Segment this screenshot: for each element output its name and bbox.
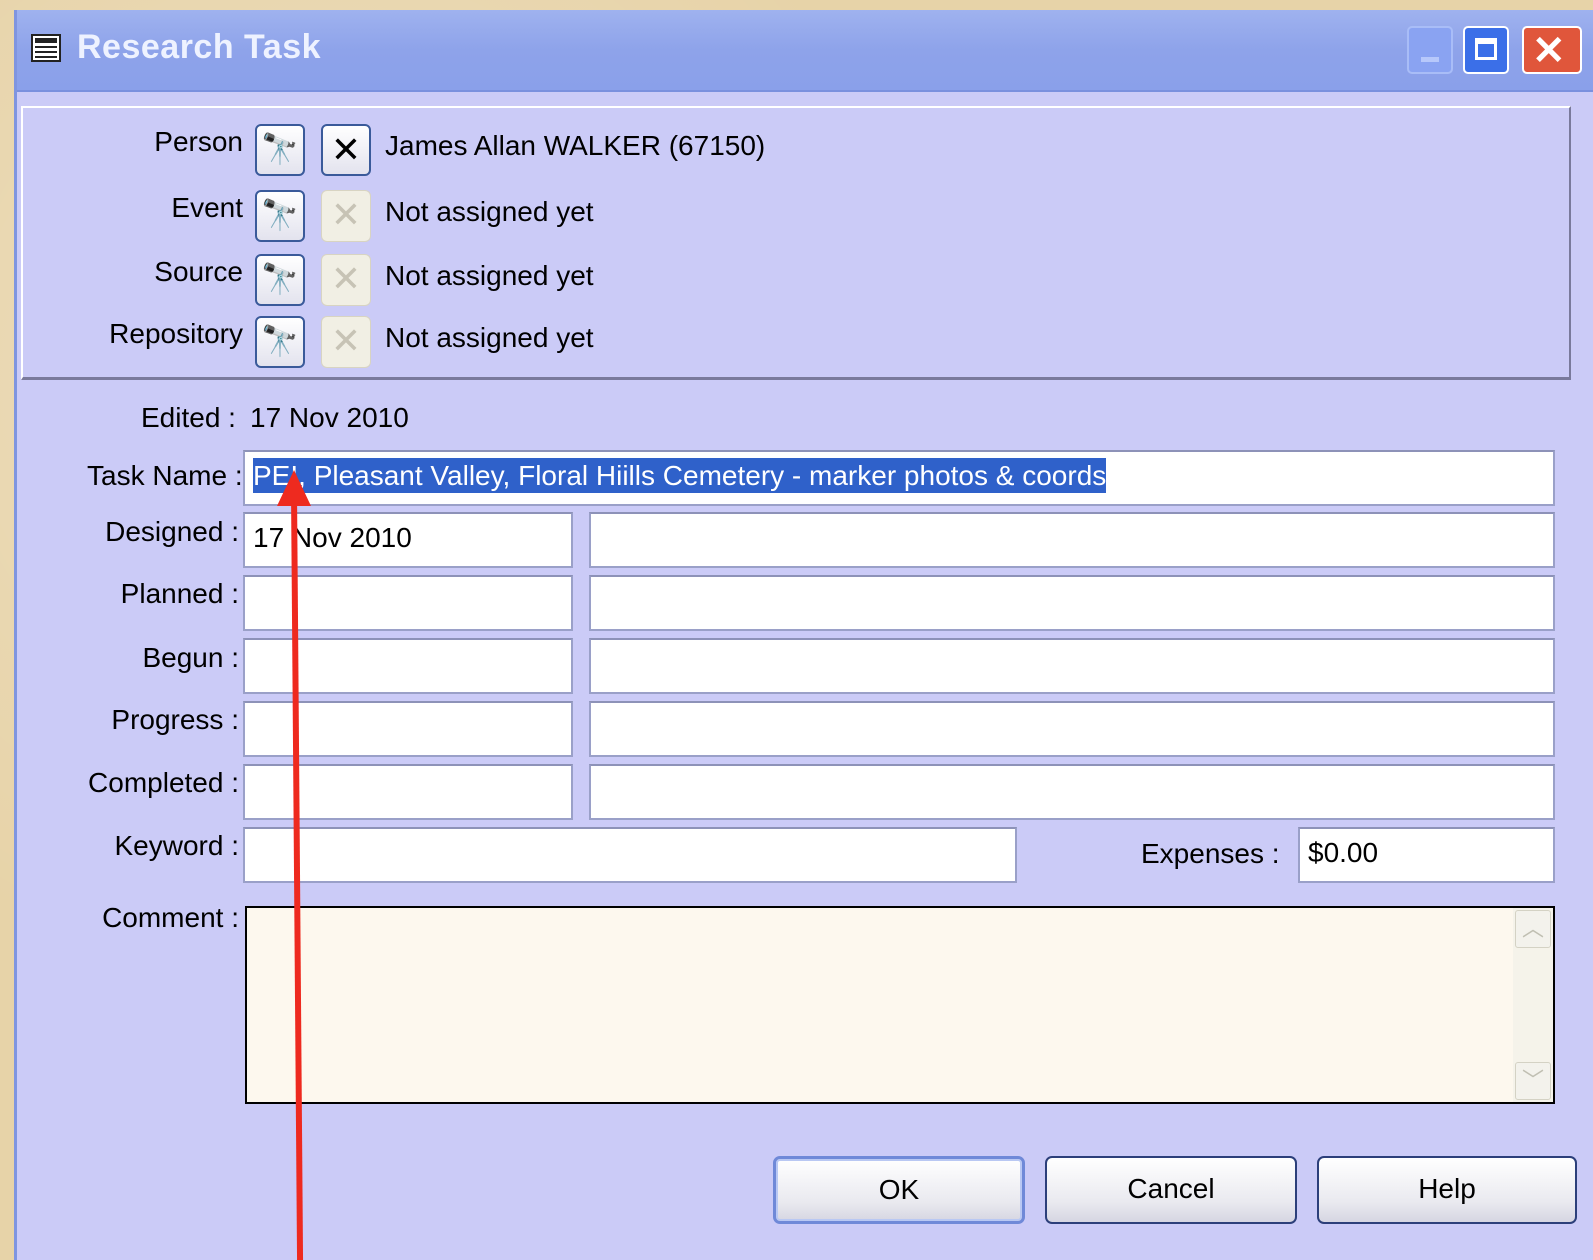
- clear-person-button[interactable]: ✕: [321, 124, 371, 176]
- clear-x-icon: ✕: [330, 258, 362, 299]
- task-name-selected-text: PEI, Pleasant Valley, Floral Hiills Ceme…: [253, 458, 1107, 493]
- clear-repository-button: ✕: [321, 316, 371, 368]
- repository-row: Repository 🔭 ✕ Not assigned yet: [23, 308, 1563, 368]
- ok-button[interactable]: OK: [773, 1156, 1025, 1224]
- expenses-label: Expenses :: [1141, 838, 1280, 869]
- comment-label: Comment :: [102, 902, 239, 933]
- person-row: Person 🔭 ✕ James Allan WALKER (67150): [23, 116, 1563, 176]
- event-value: Not assigned yet: [385, 196, 594, 227]
- event-row: Event 🔭 ✕ Not assigned yet: [23, 182, 1563, 242]
- binoculars-icon: 🔭: [261, 325, 299, 358]
- find-repository-button[interactable]: 🔭: [255, 316, 305, 368]
- annotation-arrow-head: [277, 470, 311, 506]
- close-button[interactable]: ✕: [1522, 26, 1582, 74]
- find-event-button[interactable]: 🔭: [255, 190, 305, 242]
- form-icon: [31, 34, 61, 62]
- keyword-label: Keyword :: [114, 830, 240, 861]
- repository-label: Repository: [109, 318, 243, 349]
- binoculars-icon: 🔭: [261, 133, 299, 166]
- comment-textarea[interactable]: ︿ ﹀: [245, 906, 1555, 1104]
- minimize-button[interactable]: [1407, 26, 1453, 74]
- clear-source-button: ✕: [321, 254, 371, 306]
- source-label: Source: [154, 256, 243, 287]
- source-value: Not assigned yet: [385, 260, 594, 291]
- research-task-dialog: Research Task ✕ Person 🔭 ✕ James Allan W…: [14, 10, 1593, 1260]
- clear-x-icon: ✕: [330, 194, 362, 235]
- comment-scrollbar[interactable]: ︿ ﹀: [1513, 908, 1553, 1102]
- links-panel: Person 🔭 ✕ James Allan WALKER (67150) Ev…: [21, 106, 1571, 380]
- begun-label: Begun :: [142, 642, 239, 673]
- edited-value: 17 Nov 2010: [250, 402, 409, 433]
- scroll-up-arrow-icon[interactable]: ︿: [1515, 910, 1551, 948]
- binoculars-icon: 🔭: [261, 263, 299, 296]
- find-person-button[interactable]: 🔭: [255, 124, 305, 176]
- cancel-button[interactable]: Cancel: [1045, 1156, 1297, 1224]
- begun-note-input[interactable]: [589, 638, 1555, 694]
- find-source-button[interactable]: 🔭: [255, 254, 305, 306]
- person-value: James Allan WALKER (67150): [385, 130, 766, 161]
- completed-label: Completed :: [88, 767, 239, 798]
- binoculars-icon: 🔭: [261, 199, 299, 232]
- designed-note-input[interactable]: [589, 512, 1555, 568]
- edited-label: Edited :: [141, 402, 236, 433]
- planned-note-input[interactable]: [589, 575, 1555, 631]
- keyword-input[interactable]: [243, 827, 1017, 883]
- expenses-input[interactable]: $0.00: [1298, 827, 1555, 883]
- clear-event-button: ✕: [321, 190, 371, 242]
- person-label: Person: [154, 126, 243, 157]
- help-button[interactable]: Help: [1317, 1156, 1577, 1224]
- task-name-input[interactable]: PEI, Pleasant Valley, Floral Hiills Ceme…: [243, 450, 1555, 506]
- progress-note-input[interactable]: [589, 701, 1555, 757]
- event-label: Event: [171, 192, 243, 223]
- clear-x-icon: ✕: [330, 129, 362, 170]
- close-icon: ✕: [1532, 29, 1566, 73]
- scroll-down-arrow-icon[interactable]: ﹀: [1515, 1062, 1551, 1100]
- title-bar[interactable]: Research Task ✕: [17, 10, 1593, 92]
- source-row: Source 🔭 ✕ Not assigned yet: [23, 246, 1563, 306]
- maximize-button[interactable]: [1463, 26, 1509, 74]
- clear-x-icon: ✕: [330, 320, 362, 361]
- completed-note-input[interactable]: [589, 764, 1555, 820]
- designed-label: Designed :: [105, 516, 239, 547]
- task-name-label: Task Name :: [87, 460, 243, 491]
- repository-value: Not assigned yet: [385, 322, 594, 353]
- window-title: Research Task: [77, 28, 322, 66]
- planned-label: Planned :: [120, 578, 239, 609]
- progress-label: Progress :: [111, 704, 239, 735]
